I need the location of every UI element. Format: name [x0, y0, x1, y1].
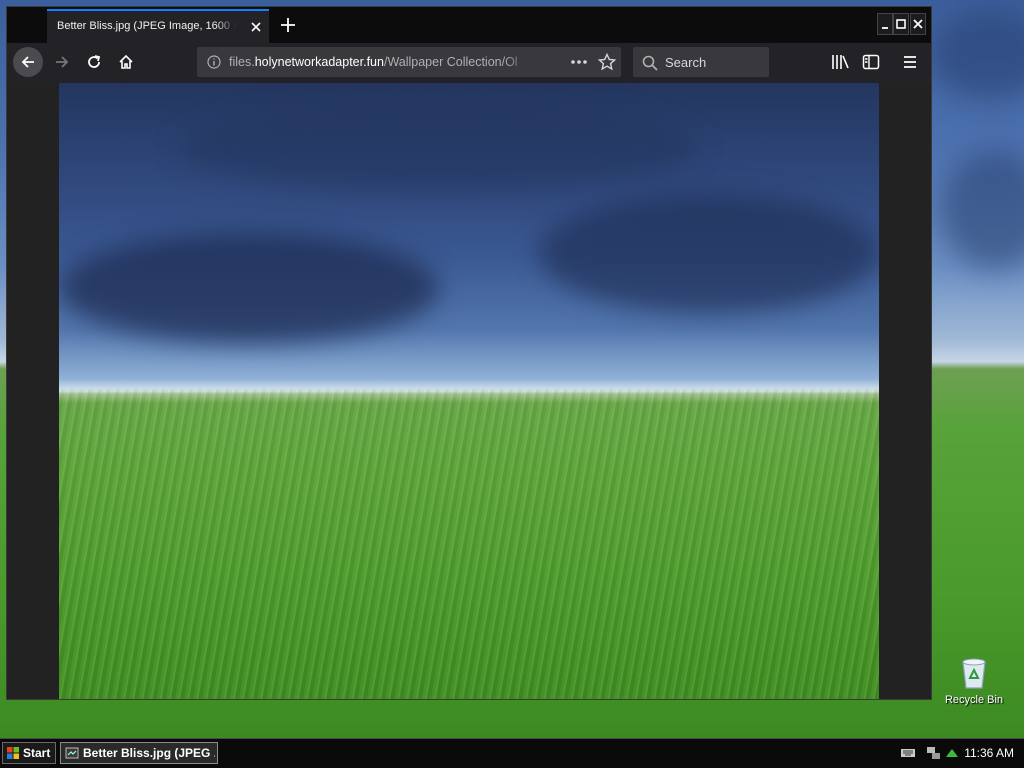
bookmark-star-icon[interactable] [597, 52, 617, 71]
system-tray: 11:36 AM [896, 742, 1022, 764]
reload-icon[interactable] [79, 47, 109, 77]
network-icon[interactable] [926, 745, 942, 764]
back-icon[interactable] [13, 47, 43, 77]
browser-task-icon [65, 746, 79, 763]
forward-icon[interactable] [47, 47, 77, 77]
wallpaper-cloud [930, 10, 1024, 100]
tab-strip: Better Bliss.jpg (JPEG Image, 1600 × 120… [7, 7, 931, 43]
close-icon[interactable] [247, 18, 265, 36]
recycle-bin-icon [958, 656, 990, 693]
nav-toolbar: files.holynetworkadapter.fun/Wallpaper C… [7, 43, 931, 83]
tab-better-bliss[interactable]: Better Bliss.jpg (JPEG Image, 1600 × 120… [47, 9, 269, 43]
menu-icon[interactable] [900, 52, 920, 72]
home-icon[interactable] [111, 47, 141, 77]
minimize-icon[interactable] [877, 13, 893, 35]
search-placeholder: Search [665, 55, 707, 70]
start-label: Start [23, 746, 51, 760]
page-actions-icon[interactable] [569, 53, 589, 71]
keyboard-icon[interactable] [900, 747, 916, 762]
wallpaper-cloud [940, 150, 1024, 270]
image-cloud [179, 103, 699, 193]
start-flag-icon [6, 746, 20, 763]
safely-remove-icon[interactable] [944, 745, 960, 764]
url-prefix: files. [229, 55, 255, 69]
wallpaper-image[interactable] [59, 83, 879, 699]
url-text[interactable]: files.holynetworkadapter.fun/Wallpaper C… [229, 55, 533, 69]
maximize-icon[interactable] [893, 13, 909, 35]
info-icon[interactable] [207, 55, 221, 72]
taskbar-item-label: Better Bliss.jpg (JPEG ... [83, 746, 215, 760]
tab-title: Better Bliss.jpg (JPEG Image, 1600 × 120… [57, 20, 237, 32]
search-icon [641, 54, 659, 75]
image-cloud [59, 233, 439, 343]
search-input[interactable]: Search [633, 47, 769, 77]
sidebar-icon[interactable] [861, 52, 881, 72]
image-viewer [7, 83, 931, 699]
new-tab-icon[interactable] [277, 14, 299, 36]
start-button[interactable]: Start [2, 742, 56, 764]
recycle-bin[interactable]: Recycle Bin [942, 654, 1006, 710]
grass-texture [59, 389, 879, 699]
taskbar-item-browser[interactable]: Better Bliss.jpg (JPEG ... [60, 742, 218, 764]
clock: 11:36 AM [964, 746, 1014, 760]
browser-window: Better Bliss.jpg (JPEG Image, 1600 × 120… [6, 6, 932, 700]
library-icon[interactable] [830, 52, 850, 72]
url-host: holynetworkadapter.fun [254, 55, 384, 69]
window-close-icon[interactable] [910, 13, 926, 35]
image-cloud [539, 193, 879, 313]
taskbar: Start Better Bliss.jpg (JPEG ... 11:36 A… [0, 738, 1024, 768]
recycle-bin-label: Recycle Bin [944, 694, 1004, 706]
url-bar[interactable]: files.holynetworkadapter.fun/Wallpaper C… [197, 47, 621, 77]
url-path: /Wallpaper Collection/Ol [383, 55, 518, 69]
